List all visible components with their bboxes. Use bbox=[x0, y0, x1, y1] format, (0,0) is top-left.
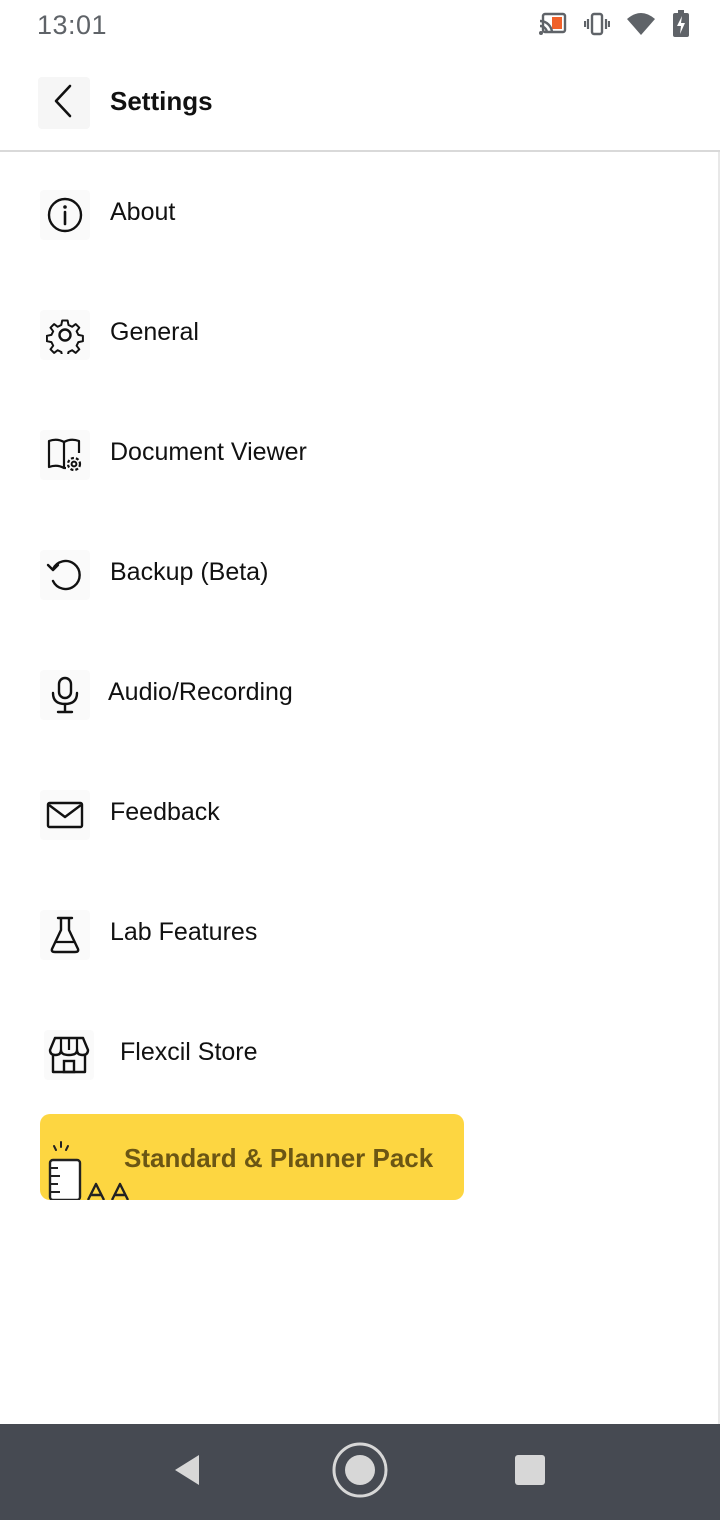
menu-item-label: Feedback bbox=[110, 798, 220, 826]
wifi-icon bbox=[626, 11, 656, 37]
menu-item-label: Document Viewer bbox=[110, 438, 307, 466]
stationery-illustration-icon bbox=[46, 1140, 136, 1200]
menu-item-label: Flexcil Store bbox=[120, 1038, 258, 1066]
nav-home-icon bbox=[331, 1441, 389, 1504]
nav-recents-icon bbox=[514, 1454, 546, 1491]
system-nav-bar bbox=[0, 1424, 720, 1520]
menu-item-label: Lab Features bbox=[110, 918, 258, 946]
menu-item-about[interactable]: About bbox=[0, 154, 718, 274]
menu-item-document-viewer[interactable]: Document Viewer bbox=[0, 394, 718, 514]
menu-item-label: Backup (Beta) bbox=[110, 558, 269, 586]
back-button[interactable] bbox=[38, 77, 90, 129]
cast-icon bbox=[538, 11, 568, 37]
menu-item-backup[interactable]: Backup (Beta) bbox=[0, 514, 718, 634]
menu-item-flexcil-store[interactable]: Flexcil Store bbox=[0, 994, 718, 1114]
backup-refresh-icon bbox=[40, 550, 90, 600]
page-title: Settings bbox=[110, 86, 213, 116]
menu-item-audio-recording[interactable]: Audio/Recording bbox=[0, 634, 718, 754]
nav-recents-button[interactable] bbox=[500, 1442, 560, 1502]
menu-item-label: Audio/Recording bbox=[108, 678, 293, 706]
flask-icon bbox=[40, 910, 90, 960]
menu-item-general[interactable]: General bbox=[0, 274, 718, 394]
status-bar: 13:01 bbox=[0, 0, 720, 52]
menu-item-label: General bbox=[110, 318, 199, 346]
book-gear-icon bbox=[40, 430, 90, 480]
info-icon bbox=[40, 190, 90, 240]
chevron-left-icon bbox=[50, 83, 78, 124]
mail-icon bbox=[40, 790, 90, 840]
app-bar: Settings bbox=[0, 52, 720, 152]
nav-home-button[interactable] bbox=[330, 1442, 390, 1502]
battery-charging-icon bbox=[672, 10, 690, 38]
gear-icon bbox=[40, 310, 90, 360]
status-time: 13:01 bbox=[37, 10, 108, 40]
nav-back-icon bbox=[171, 1453, 205, 1492]
vibrate-icon bbox=[584, 11, 610, 37]
store-icon bbox=[44, 1030, 94, 1080]
status-icons bbox=[538, 10, 690, 38]
menu-item-label: About bbox=[110, 198, 176, 226]
menu-item-feedback[interactable]: Feedback bbox=[0, 754, 718, 874]
menu-item-lab-features[interactable]: Lab Features bbox=[0, 874, 718, 994]
promo-banner[interactable]: Standard & Planner Pack bbox=[40, 1114, 464, 1200]
microphone-icon bbox=[40, 670, 90, 720]
nav-back-button[interactable] bbox=[158, 1442, 218, 1502]
promo-label: Standard & Planner Pack bbox=[124, 1143, 434, 1173]
